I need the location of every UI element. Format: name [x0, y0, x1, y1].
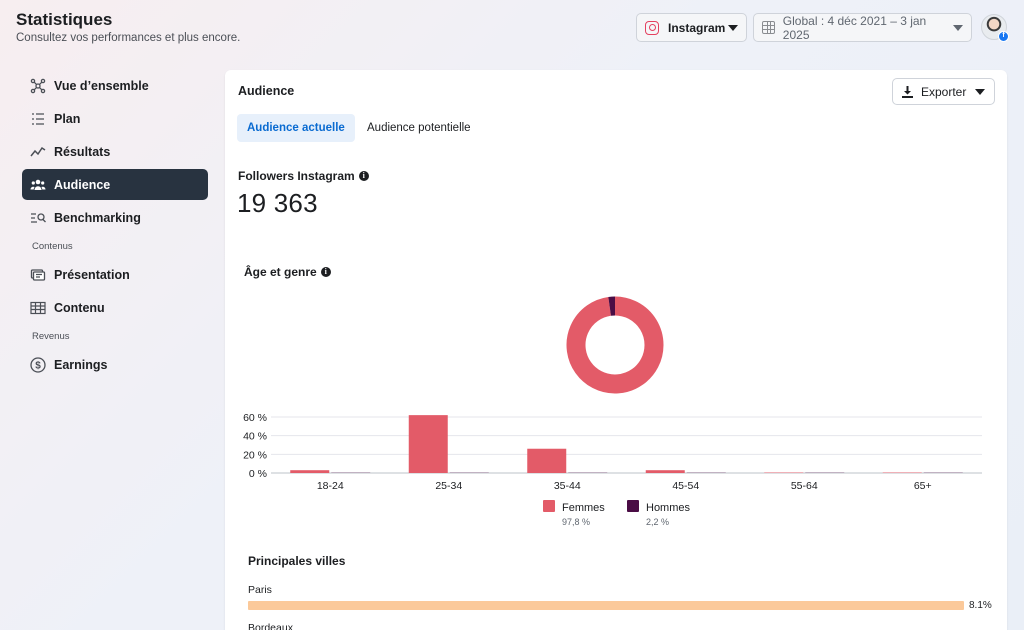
x-tick-label: 18-24	[317, 480, 344, 492]
city-value-paris: 8.1%	[969, 600, 992, 611]
benchmark-search-icon	[30, 210, 46, 226]
cities-title: Principales villes	[248, 554, 346, 568]
instagram-icon	[645, 20, 659, 35]
table-icon	[30, 300, 46, 316]
sidebar-item-content[interactable]: Contenu	[22, 292, 208, 323]
sidebar-item-earnings[interactable]: $ Earnings	[22, 349, 208, 380]
page-title: Statistiques	[16, 10, 113, 29]
legend-total-femmes: 97,8 %	[562, 517, 590, 527]
x-tick-label: 65+	[914, 480, 932, 492]
y-tick-label: 0 %	[249, 468, 267, 480]
sidebar-item-label: Plan	[54, 111, 81, 126]
sidebar-item-presentation[interactable]: Présentation	[22, 259, 208, 290]
avatar[interactable]: f	[981, 14, 1009, 42]
y-tick-label: 20 %	[243, 449, 267, 461]
followers-label-text: Followers Instagram	[238, 169, 355, 183]
chevron-down-icon	[953, 24, 963, 31]
age-gender-chart: 0 % 20 % 40 % 60 % 18-24 25-34 35-44 45-54 55-64…	[243, 296, 982, 527]
calendar-icon	[762, 21, 775, 34]
bar-femmes-35-44	[527, 448, 567, 473]
section-label-content: Contenus	[32, 241, 73, 252]
sidebar-item-audience[interactable]: Audience	[22, 169, 208, 200]
chevron-down-icon	[975, 88, 985, 95]
legend-label-hommes: Hommes	[646, 502, 691, 514]
info-icon[interactable]: i	[320, 267, 331, 277]
section-label-revenue: Revenus	[32, 331, 70, 342]
platform-dropdown[interactable]: Instagram	[636, 13, 747, 42]
sidebar-item-label: Earnings	[54, 357, 108, 372]
audience-card: Audience Exporter Audience actuelle Audi…	[225, 70, 1007, 630]
city-name-bordeaux: Bordeaux	[248, 622, 293, 630]
platform-label: Instagram	[668, 20, 726, 35]
sidebar-item-label: Contenu	[54, 300, 105, 315]
svg-text:$: $	[35, 360, 41, 371]
facebook-badge-icon: f	[998, 31, 1009, 42]
y-tick-label: 60 %	[243, 412, 267, 424]
sidebar: Vue d’ensemble Plan Résultats Audience B…	[22, 70, 208, 382]
date-range-label: Global : 4 déc 2021 – 3 jan 2025	[782, 13, 927, 42]
trend-icon	[30, 144, 46, 160]
card-title: Audience	[238, 84, 295, 98]
chevron-down-icon	[728, 24, 738, 31]
people-icon	[30, 177, 46, 193]
x-tick-label: 35-44	[554, 480, 581, 492]
y-tick-label: 40 %	[243, 431, 267, 443]
city-name-paris: Paris	[248, 584, 272, 596]
network-icon	[30, 78, 46, 94]
sidebar-item-label: Résultats	[54, 144, 111, 159]
info-icon[interactable]: i	[358, 171, 369, 181]
sidebar-item-label: Benchmarking	[54, 210, 141, 225]
download-icon	[902, 85, 913, 98]
bar-femmes-18-24	[290, 470, 330, 473]
bar-femmes-25-34	[408, 415, 448, 473]
sidebar-item-label: Audience	[54, 177, 111, 192]
dollar-icon: $	[30, 356, 46, 373]
legend-swatch-femmes	[543, 500, 555, 512]
bar-femmes-45-54	[645, 470, 685, 473]
tab-current-audience[interactable]: Audience actuelle	[237, 114, 355, 142]
list-icon	[30, 111, 46, 127]
sidebar-item-label: Présentation	[54, 267, 130, 282]
legend-swatch-hommes	[627, 500, 639, 512]
sidebar-item-results[interactable]: Résultats	[22, 136, 208, 167]
date-range-dropdown[interactable]: Global : 4 déc 2021 – 3 jan 2025	[753, 13, 972, 42]
x-tick-label: 55-64	[791, 480, 818, 492]
followers-label: Followers Instagram i	[238, 169, 369, 183]
age-gender-title: Âge et genre i	[244, 265, 331, 279]
followers-count: 19 363	[237, 188, 318, 218]
city-bar-paris	[248, 601, 964, 610]
sidebar-item-label: Vue d’ensemble	[54, 78, 149, 93]
legend-total-hommes: 2,2 %	[646, 517, 669, 527]
header: Statistiques Consultez vos performances …	[0, 0, 1024, 62]
sidebar-item-overview[interactable]: Vue d’ensemble	[22, 70, 208, 101]
donut-slice-femmes	[566, 296, 664, 394]
page-subtitle: Consultez vos performances et plus encor…	[16, 32, 241, 44]
legend-label-femmes: Femmes	[562, 502, 605, 514]
x-tick-label: 45-54	[672, 480, 699, 492]
sidebar-item-plan[interactable]: Plan	[22, 103, 208, 134]
sidebar-item-benchmarking[interactable]: Benchmarking	[22, 202, 208, 233]
export-button[interactable]: Exporter	[892, 78, 995, 105]
age-gender-title-text: Âge et genre	[244, 265, 317, 279]
export-label: Exporter	[921, 84, 967, 99]
tab-potential-audience[interactable]: Audience potentielle	[357, 114, 481, 142]
x-tick-label: 25-34	[435, 480, 462, 492]
presentation-icon	[30, 267, 46, 283]
